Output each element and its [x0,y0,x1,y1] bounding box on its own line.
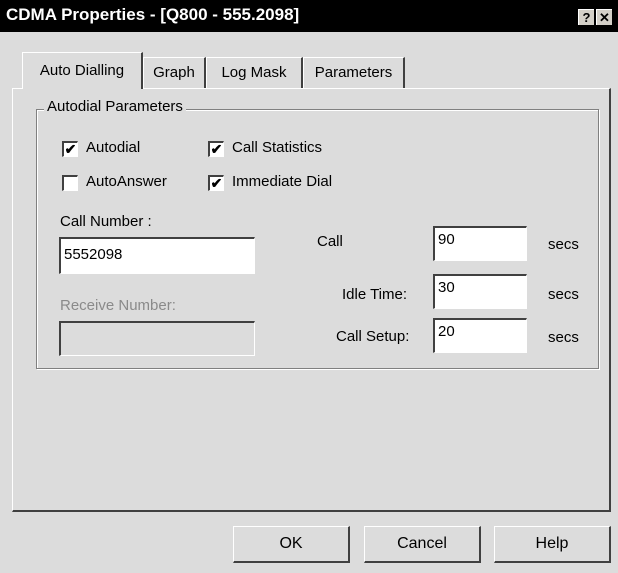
tab-graph[interactable]: Graph [143,57,206,88]
group-label: Autodial Parameters [44,98,186,115]
idle-time-unit: secs [548,286,579,303]
close-icon[interactable]: ✕ [596,9,613,26]
call-statistics-label: Call Statistics [232,139,323,156]
call-number-label: Call Number : [60,213,152,230]
tab-log-mask[interactable]: Log Mask [206,57,303,88]
receive-number-input [59,321,255,356]
call-timer-label: Call [317,233,343,250]
title-bar: CDMA Properties - [Q800 - 555.2098] [0,0,618,32]
help-icon[interactable]: ? [578,9,595,26]
tab-parameters[interactable]: Parameters [303,57,405,88]
autodial-checkbox[interactable]: ✔ [62,141,78,157]
call-statistics-checkbox[interactable]: ✔ [208,141,224,157]
autoanswer-checkbox[interactable] [62,175,78,191]
autoanswer-label: AutoAnswer [86,173,167,190]
help-button[interactable]: Help [494,526,611,563]
immediate-dial-label: Immediate Dial [232,173,333,190]
call-setup-label: Call Setup: [336,328,410,345]
autodial-label: Autodial [86,139,141,156]
call-setup-input[interactable]: 20 [433,318,527,353]
receive-number-label: Receive Number: [60,297,176,314]
call-number-input[interactable]: 5552098 [59,237,255,274]
idle-time-label: Idle Time: [342,286,408,303]
call-timer-unit: secs [548,236,579,253]
ok-button[interactable]: OK [233,526,350,563]
immediate-dial-checkbox[interactable]: ✔ [208,175,224,191]
call-setup-unit: secs [548,329,579,346]
cancel-button[interactable]: Cancel [364,526,481,563]
tab-auto-dialling[interactable]: Auto Dialling [22,52,143,89]
idle-time-input[interactable]: 30 [433,274,527,309]
window-title: CDMA Properties - [Q800 - 555.2098] [6,5,300,24]
call-timer-input[interactable]: 90 [433,226,527,261]
